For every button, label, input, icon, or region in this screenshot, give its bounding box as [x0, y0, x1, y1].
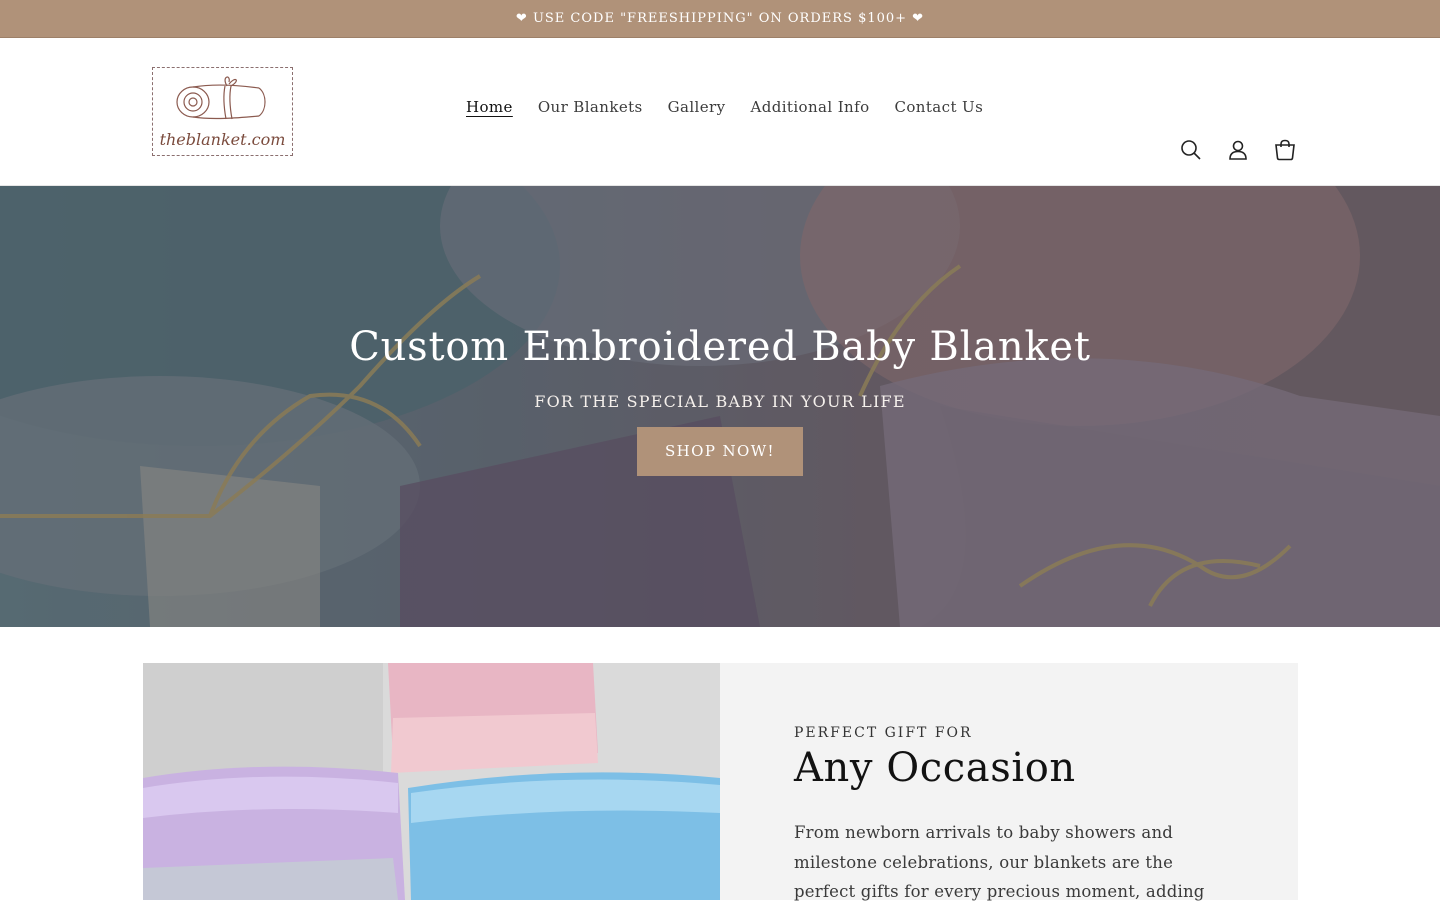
nav-contact-us[interactable]: Contact Us	[895, 98, 984, 116]
site-logo[interactable]: theblanket.com	[152, 67, 293, 156]
nav-our-blankets[interactable]: Our Blankets	[538, 98, 643, 116]
nav-additional-info[interactable]: Additional Info	[750, 98, 869, 116]
blanket-logo-icon	[176, 76, 266, 120]
feature-text-panel: PERFECT GIFT FOR Any Occasion From newbo…	[720, 663, 1298, 901]
header-icons	[1178, 137, 1298, 163]
nav-gallery[interactable]: Gallery	[668, 98, 726, 116]
cart-icon[interactable]	[1272, 137, 1298, 163]
feature-image	[143, 663, 720, 900]
feature-kicker: PERFECT GIFT FOR	[794, 725, 973, 741]
announcement-bar: ❤ USE CODE "FREESHIPPING" ON ORDERS $100…	[0, 0, 1440, 38]
hero-title: Custom Embroidered Baby Blanket	[349, 324, 1091, 370]
hero-content: Custom Embroidered Baby Blanket FOR THE …	[0, 324, 1440, 476]
main-nav: Home Our Blankets Gallery Additional Inf…	[466, 98, 983, 116]
search-icon[interactable]	[1178, 137, 1204, 163]
account-icon[interactable]	[1225, 137, 1251, 163]
feature-section: PERFECT GIFT FOR Any Occasion From newbo…	[143, 663, 1298, 901]
feature-body: From newborn arrivals to baby showers an…	[794, 823, 1205, 901]
announcement-text: ❤ USE CODE "FREESHIPPING" ON ORDERS $100…	[515, 11, 925, 26]
blankets-photo	[143, 663, 720, 900]
logo-text: theblanket.com	[159, 130, 286, 149]
site-header: theblanket.com Home Our Blankets Gallery…	[0, 38, 1440, 186]
feature-title: Any Occasion	[794, 745, 1076, 791]
hero-banner: Custom Embroidered Baby Blanket FOR THE …	[0, 186, 1440, 627]
nav-home[interactable]: Home	[466, 98, 513, 116]
shop-now-button[interactable]: SHOP NOW!	[637, 427, 803, 476]
hero-subtitle: FOR THE SPECIAL BABY IN YOUR LIFE	[534, 392, 906, 411]
